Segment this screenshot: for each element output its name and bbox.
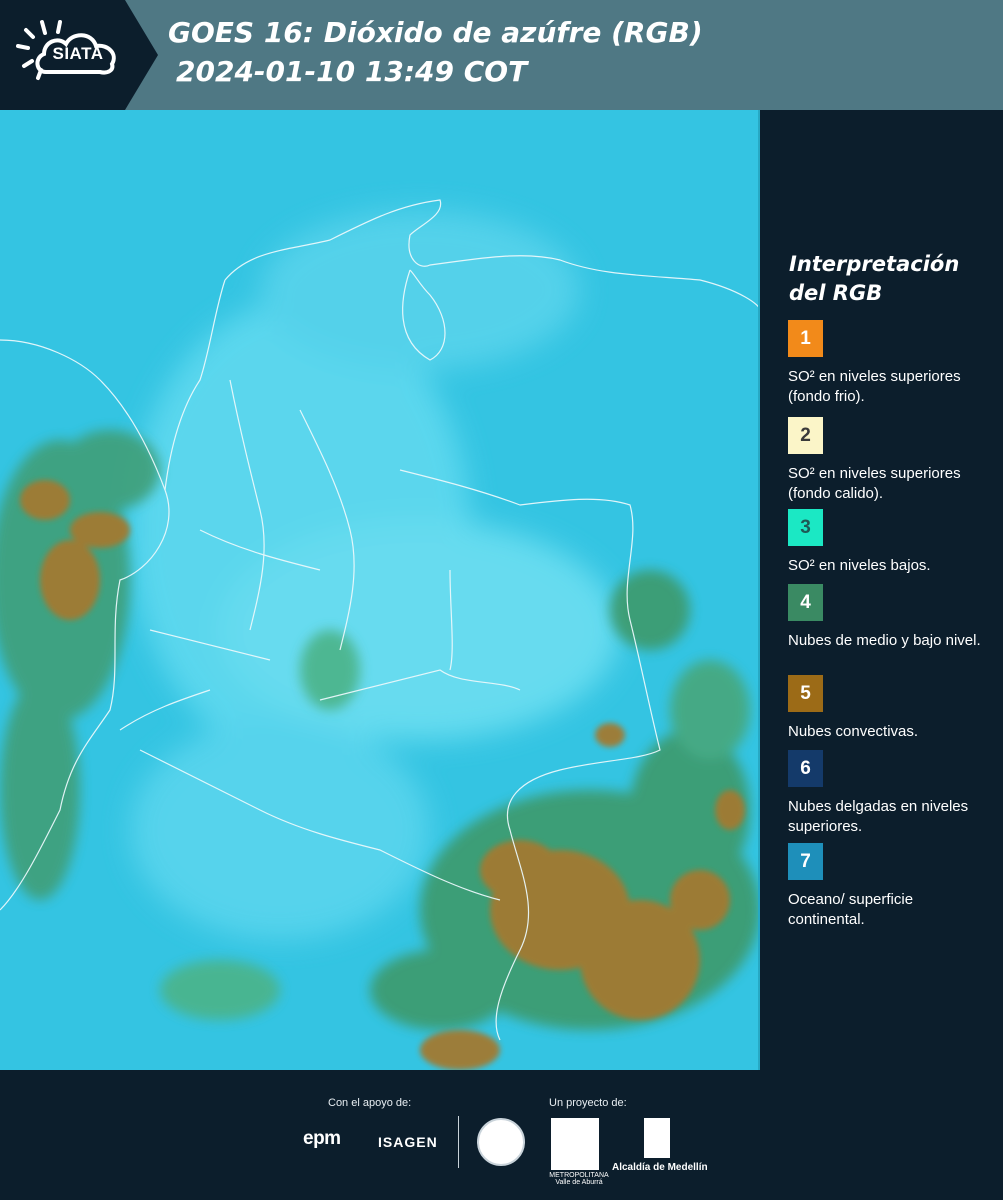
timestamp: 2024-01-10 13:49 COT bbox=[176, 55, 528, 88]
legend-number: 2 bbox=[800, 424, 811, 446]
legend-item-4: 4 Nubes de medio y bajo nivel. bbox=[788, 584, 993, 651]
legend-swatch: 1 bbox=[788, 320, 823, 357]
footer-divider bbox=[458, 1116, 459, 1168]
legend-description: Oceano/ superficie continental. bbox=[788, 891, 914, 928]
area-caption: METROPOLITANA Valle de Aburrá bbox=[549, 1172, 609, 1186]
legend-swatch: 2 bbox=[788, 417, 823, 454]
medellin-seal-icon bbox=[477, 1118, 525, 1166]
legend-item-1: 1 SO² en niveles superiores (fondo frio)… bbox=[788, 320, 993, 407]
logo-text: SIATA bbox=[52, 44, 104, 63]
footer: Con el apoyo de: Un proyecto de: epm ISA… bbox=[0, 1070, 1003, 1200]
legend-number: 3 bbox=[800, 516, 811, 538]
legend-description: Nubes de medio y bajo nivel. bbox=[788, 632, 981, 649]
legend-item-6: 6 Nubes delgadas en niveles superiores. bbox=[788, 750, 993, 837]
legend-swatch: 6 bbox=[788, 750, 823, 787]
legend-item-3: 3 SO² en niveles bajos. bbox=[788, 509, 993, 576]
isagen-logo: ISAGEN bbox=[378, 1134, 438, 1150]
legend-description: Nubes convectivas. bbox=[788, 723, 919, 740]
legend-item-7: 7 Oceano/ superficie continental. bbox=[788, 843, 993, 930]
siata-logo: SIATA bbox=[0, 0, 158, 110]
page-title: GOES 16: Dióxido de azúfre (RGB) bbox=[168, 16, 703, 49]
support-label: Con el apoyo de: bbox=[328, 1097, 412, 1109]
project-label: Un proyecto de: bbox=[549, 1097, 627, 1109]
alcaldia-shield-icon bbox=[644, 1118, 670, 1158]
area-metropolitana-logo bbox=[551, 1118, 599, 1170]
legend-description: SO² en niveles superiores (fondo calido)… bbox=[788, 465, 961, 502]
legend-item-2: 2 SO² en niveles superiores (fondo calid… bbox=[788, 417, 993, 504]
legend-item-5: 5 Nubes convectivas. bbox=[788, 675, 993, 742]
legend-description: SO² en niveles superiores (fondo frio). bbox=[788, 368, 961, 405]
legend-swatch: 7 bbox=[788, 843, 823, 880]
legend-number: 5 bbox=[800, 682, 811, 704]
legend-swatch: 4 bbox=[788, 584, 823, 621]
header-banner: SIATA GOES 16: Dióxido de azúfre (RGB) 2… bbox=[0, 0, 1003, 110]
legend-description: Nubes delgadas en niveles superiores. bbox=[788, 798, 969, 835]
epm-logo: epm bbox=[303, 1128, 341, 1149]
legend-number: 4 bbox=[800, 591, 811, 613]
legend-number: 6 bbox=[800, 757, 811, 779]
satellite-map bbox=[0, 110, 760, 1070]
legend-number: 1 bbox=[800, 327, 811, 349]
alcaldia-label: Alcaldía de Medellín bbox=[612, 1162, 708, 1173]
satellite-image bbox=[0, 110, 758, 1070]
legend-swatch: 5 bbox=[788, 675, 823, 712]
legend-swatch: 3 bbox=[788, 509, 823, 546]
legend-number: 7 bbox=[800, 850, 811, 872]
legend-title: Interpretación del RGB bbox=[789, 252, 960, 305]
legend-description: SO² en niveles bajos. bbox=[788, 557, 931, 574]
legend-panel: Interpretación del RGB 1 SO² en niveles … bbox=[762, 110, 1003, 1070]
